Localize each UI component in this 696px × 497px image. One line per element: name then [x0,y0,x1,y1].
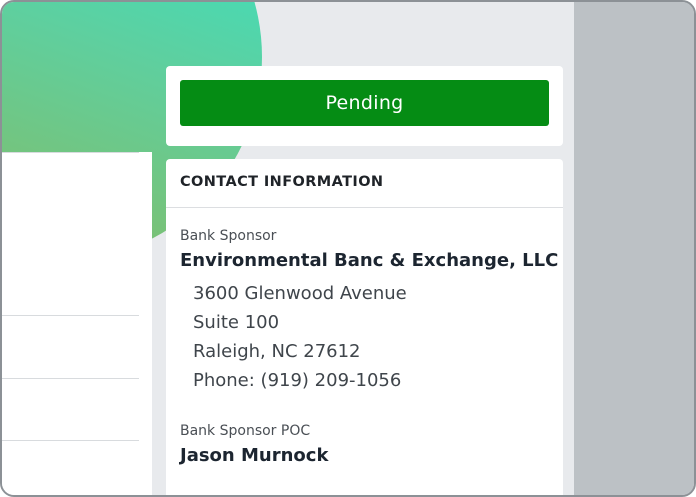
right-overlay-strip [574,2,694,495]
left-list-panel [2,152,152,495]
address-line-suite: Suite 100 [193,312,280,333]
list-divider [2,378,139,379]
list-divider [2,440,139,441]
bank-sponsor-poc-label: Bank Sponsor POC [180,423,311,439]
pending-status-button[interactable]: Pending [180,80,549,126]
card-header: CONTACT INFORMATION [166,159,563,208]
bank-sponsor-poc-name: Jason Murnock [180,445,329,466]
status-card: Pending [166,66,563,146]
list-divider [2,315,139,316]
card-title: CONTACT INFORMATION [180,174,384,190]
screenshot-frame: Pending CONTACT INFORMATION Bank Sponsor… [0,0,696,497]
contact-information-card: CONTACT INFORMATION Bank Sponsor Environ… [166,159,563,495]
address-line-city: Raleigh, NC 27612 [193,341,361,362]
list-divider [2,152,139,153]
bank-sponsor-label: Bank Sponsor [180,228,277,244]
address-line-street: 3600 Glenwood Avenue [193,283,407,304]
bank-sponsor-name: Environmental Banc & Exchange, LLC [180,250,559,271]
phone-number[interactable]: Phone: (919) 209-1056 [193,370,401,391]
